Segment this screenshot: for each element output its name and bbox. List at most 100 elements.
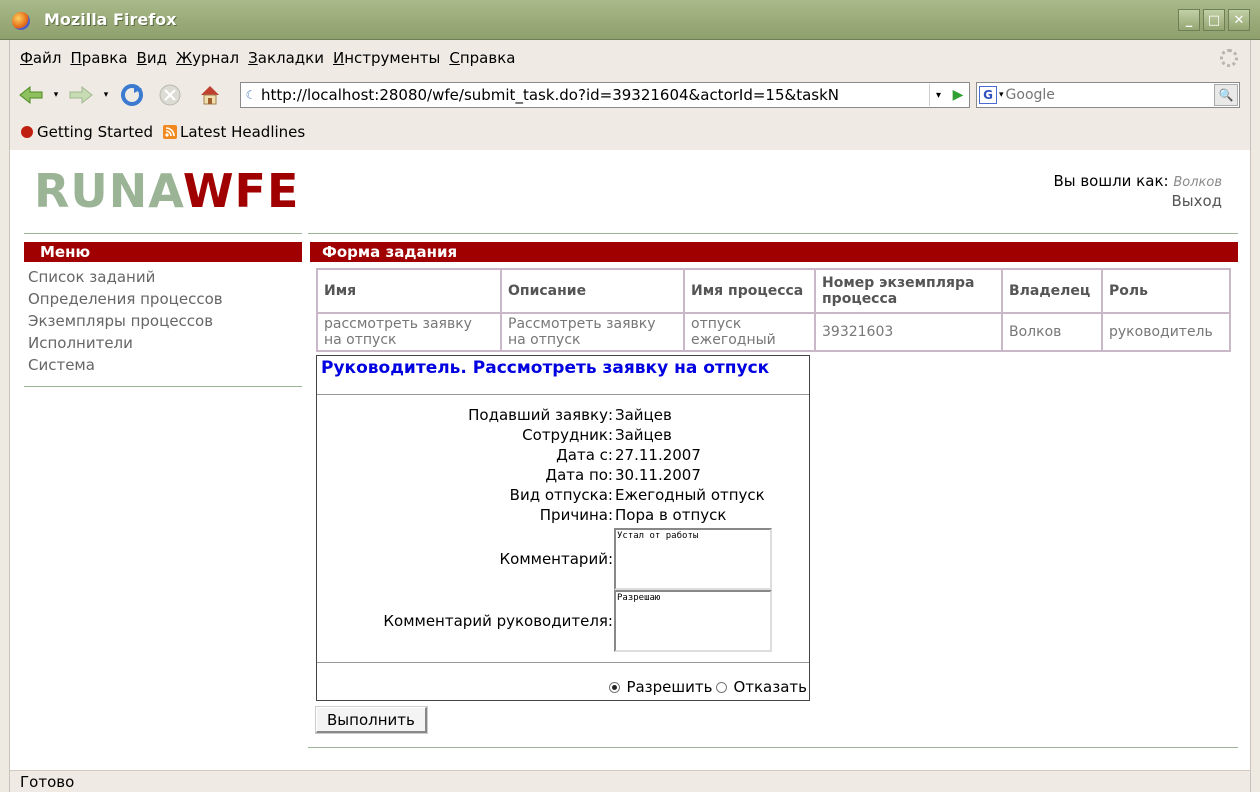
reload-button[interactable]: [118, 82, 146, 108]
table-row[interactable]: рассмотреть заявку на отпуск Рассмотреть…: [316, 312, 1231, 352]
reject-label[interactable]: Отказать: [733, 678, 807, 696]
menu-header: Меню: [24, 242, 302, 262]
col-instance-number: Номер экземпляра процесса: [814, 268, 1003, 314]
search-icon[interactable]: 🔍: [1214, 84, 1238, 106]
back-history-dropdown[interactable]: ▾: [50, 82, 62, 108]
menu-file[interactable]: Файл: [20, 49, 61, 67]
field-date-to-value: 30.11.2007: [615, 466, 701, 484]
decision-radios: Разрешить Отказать: [605, 678, 807, 696]
cell-owner: Волков: [1001, 312, 1103, 352]
logged-in-line: Вы вошли как: Волков: [1053, 172, 1222, 192]
cell-process-name: отпуск ежегодный: [683, 312, 816, 352]
content-divider-top: [308, 233, 1238, 234]
task-table: Имя Описание Имя процесса Номер экземпля…: [316, 268, 1231, 352]
google-engine-icon[interactable]: G: [979, 86, 997, 104]
page-icon: ☾: [245, 88, 257, 102]
engine-dropdown-icon[interactable]: ▾: [999, 90, 1004, 100]
field-applicant-label: Подавший заявку:: [468, 406, 613, 424]
col-process-name: Имя процесса: [683, 268, 816, 314]
cell-instance-number: 39321603: [814, 312, 1003, 352]
task-form-title: Руководитель. Рассмотреть заявку на отпу…: [321, 358, 770, 378]
cell-role: руководитель: [1101, 312, 1231, 352]
field-date-from-label: Дата с:: [556, 446, 613, 464]
home-button[interactable]: [196, 82, 224, 108]
url-bar[interactable]: ☾ ▾ ▶: [240, 82, 970, 108]
menu-edit-accel: П: [70, 49, 82, 67]
field-vacation-type-label: Вид отпуска:: [509, 486, 613, 504]
window-title: Mozilla Firefox: [44, 10, 177, 29]
menu-help[interactable]: Справка: [449, 49, 515, 67]
menu-file-accel: Ф: [20, 49, 33, 67]
maximize-button[interactable]: □: [1203, 9, 1225, 31]
menu-divider-bottom: [24, 386, 302, 387]
forward-history-dropdown[interactable]: ▾: [100, 82, 112, 108]
forward-arrow-icon: [69, 85, 93, 105]
menu-item-process-instances[interactable]: Экземпляры процессов: [28, 310, 223, 332]
col-owner: Владелец: [1001, 268, 1103, 314]
approve-label[interactable]: Разрешить: [626, 678, 712, 696]
menu-help-label: правка: [459, 49, 516, 67]
status-bar: Готово: [10, 770, 1250, 792]
page-content: RUNAWFE Вы вошли как: Волков Выход Меню …: [10, 150, 1250, 770]
url-dropdown-icon[interactable]: ▾: [929, 84, 947, 106]
menu-edit[interactable]: Правка: [70, 49, 127, 67]
menu-item-system[interactable]: Система: [28, 354, 223, 376]
logout-link[interactable]: Выход: [1053, 192, 1222, 211]
logo-right: WFE: [182, 164, 300, 218]
back-arrow-icon: [19, 85, 43, 105]
field-employee-label: Сотрудник:: [522, 426, 613, 444]
task-form-divider-top: [317, 394, 809, 395]
menu-tools[interactable]: Инструменты: [333, 49, 440, 67]
bookmark-getting-started[interactable]: Getting Started: [20, 123, 153, 141]
menu-help-accel: С: [449, 49, 460, 67]
menu-item-process-definitions[interactable]: Определения процессов: [28, 288, 223, 310]
back-button[interactable]: [16, 82, 46, 108]
field-employee: Сотрудник: Зайцев: [317, 426, 809, 446]
menu-tools-accel: И: [332, 49, 345, 67]
menu-bookmarks-label: акладки: [257, 49, 324, 67]
field-reason-label: Причина:: [539, 506, 613, 524]
window-titlebar: Mozilla Firefox _ □ ✕: [0, 0, 1260, 40]
url-input[interactable]: [261, 84, 929, 106]
stop-button[interactable]: [156, 82, 184, 108]
field-applicant-value: Зайцев: [615, 406, 672, 424]
home-icon: [201, 86, 219, 105]
col-description: Описание: [500, 268, 685, 314]
menu-history[interactable]: Журнал: [176, 49, 239, 67]
bookmarks-toolbar: Getting Started Latest Headlines: [10, 114, 1250, 150]
submit-button[interactable]: Выполнить: [315, 706, 428, 734]
throbber-icon: [1220, 49, 1238, 67]
manager-comment-textarea[interactable]: Разрешаю: [614, 590, 772, 652]
menu-item-task-list[interactable]: Список заданий: [28, 266, 223, 288]
search-input[interactable]: [1005, 87, 1214, 103]
bookmark-getting-started-label: Getting Started: [37, 123, 153, 141]
logged-in-label: Вы вошли как:: [1053, 172, 1169, 190]
approve-radio[interactable]: [609, 681, 621, 693]
search-bar[interactable]: G ▾ 🔍: [976, 82, 1240, 108]
navigation-toolbar: ▾ ▾ ☾ ▾ ▶ G ▾ 🔍: [10, 76, 1250, 114]
getting-started-icon: [21, 126, 33, 138]
minimize-button[interactable]: _: [1178, 9, 1200, 31]
window-frame-right: [1250, 40, 1260, 792]
comment-textarea[interactable]: Устал от работы: [614, 528, 772, 590]
menu-bookmarks[interactable]: Закладки: [248, 49, 324, 67]
menu-history-accel: Ж: [175, 49, 193, 67]
firefox-icon: [12, 12, 30, 30]
field-date-from: Дата с: 27.11.2007: [317, 446, 809, 466]
bookmark-latest-headlines[interactable]: Latest Headlines: [162, 123, 306, 141]
menu-view[interactable]: Вид: [137, 49, 167, 67]
logo-left: RUNA: [34, 164, 183, 218]
close-button[interactable]: ✕: [1228, 9, 1250, 31]
menu-bookmarks-accel: З: [248, 49, 258, 67]
reject-radio[interactable]: [716, 681, 728, 693]
field-date-from-value: 27.11.2007: [615, 446, 701, 464]
chevron-down-icon: ▾: [53, 90, 59, 100]
menu-item-executors[interactable]: Исполнители: [28, 332, 223, 354]
bookmark-latest-headlines-label: Latest Headlines: [179, 123, 306, 141]
forward-button[interactable]: [66, 82, 96, 108]
menu-history-label: урнал: [192, 49, 240, 67]
task-form: Руководитель. Рассмотреть заявку на отпу…: [316, 355, 810, 701]
user-box: Вы вошли как: Волков Выход: [1053, 172, 1222, 211]
menubar: Файл Правка Вид Журнал Закладки Инструме…: [10, 40, 1250, 76]
go-icon[interactable]: ▶: [947, 84, 969, 106]
